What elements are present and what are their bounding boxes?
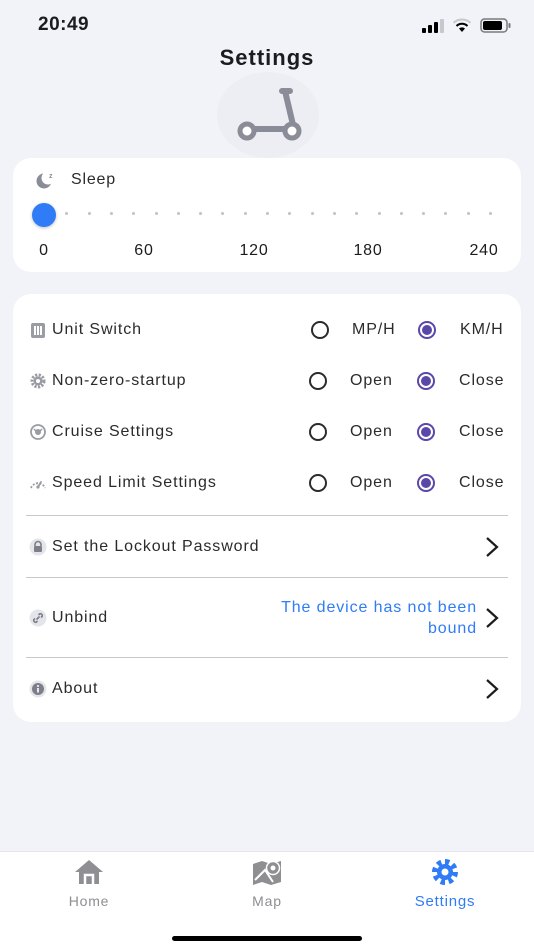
moon-icon: z [36,171,55,189]
settings-card: Unit Switch MP/H KM/H Non-zero-startup O… [13,294,521,722]
tab-map-label: Map [252,893,282,909]
status-time: 20:49 [38,14,90,35]
non-zero-startup-label: Non-zero-startup [52,372,187,389]
status-icons [422,18,512,33]
slider-step-dot [154,212,158,215]
tab-map[interactable]: Map [207,858,327,909]
unit-switch-label: Unit Switch [52,321,142,338]
unit-kmh-radio[interactable] [418,321,436,339]
wifi-icon [452,18,472,32]
chevron-right-icon [486,679,499,699]
slider-step-dot [355,212,359,215]
scooter-avatar [217,72,319,158]
slider-step-dot [489,212,492,215]
slider-step-dot [310,212,314,215]
slider-step-dot [243,212,247,215]
slider-step-dot [221,212,225,215]
sleep-card: z Sleep 0 60 120 180 240 [13,158,521,272]
non-zero-startup-close-radio[interactable] [417,372,435,390]
cruise-close-label[interactable]: Close [459,423,504,441]
speed-limit-close-label[interactable]: Close [459,474,504,492]
slider-step-dot [399,212,403,215]
cruise-icon [30,424,46,440]
non-zero-startup-open-radio[interactable] [309,372,327,390]
slider-step-dot [444,212,448,215]
about-label: About [52,680,99,697]
slider-step-dot [422,212,426,215]
cruise-settings-label: Cruise Settings [52,423,174,440]
unbind-label: Unbind [52,609,109,626]
speed-limit-label: Speed Limit Settings [52,474,217,491]
slider-step-dot [266,212,269,215]
sleep-tick-label: 0 [39,242,49,259]
slider-step-dot [132,212,136,215]
slider-step-dot [466,212,470,215]
cruise-open-radio[interactable] [309,423,327,441]
slider-step-dot [109,212,113,215]
home-indicator [172,936,362,941]
svg-text:z: z [49,173,53,180]
slider-step-dot [65,212,69,215]
slider-step-dot [288,212,292,215]
tab-home-label: Home [68,893,110,909]
slider-step-dot [87,212,91,215]
sleep-tick-label: 60 [134,242,154,259]
chevron-right-icon [486,608,499,628]
sleep-tick-label: 120 [239,242,269,259]
unbind-status: The device has not been bound [281,599,477,637]
lock-icon [29,538,47,556]
non-zero-startup-close-label[interactable]: Close [459,372,504,390]
lockout-password-label: Set the Lockout Password [52,538,260,555]
non-zero-startup-open-label[interactable]: Open [350,372,393,390]
unit-mph-label[interactable]: MP/H [352,321,396,339]
page-title: Settings [219,45,315,70]
tab-settings[interactable]: Settings [385,858,505,910]
speedometer-icon [30,481,46,489]
tab-settings-label: Settings [414,893,476,910]
gear-icon [432,859,458,885]
unit-kmh-label[interactable]: KM/H [460,321,504,339]
home-icon [75,860,103,884]
unit-mph-radio[interactable] [311,321,329,339]
sleep-slider-thumb[interactable] [32,203,56,227]
sleep-slider-track[interactable] [43,212,492,215]
map-icon [253,860,281,885]
info-icon [29,680,47,698]
building-icon [31,323,45,338]
speed-limit-open-label[interactable]: Open [350,474,393,492]
cruise-open-label[interactable]: Open [350,423,393,441]
slider-step-dot [176,212,180,215]
slider-step-dot [199,212,203,215]
tab-home[interactable]: Home [29,858,149,909]
speed-limit-close-radio[interactable] [417,474,435,492]
battery-icon [480,18,511,33]
slider-step-dot [377,212,381,215]
sleep-tick-label: 180 [353,242,383,259]
link-icon [29,609,47,627]
signal-icon [422,18,444,33]
cruise-close-radio[interactable] [417,423,435,441]
chevron-right-icon [486,537,499,557]
gear-icon [30,373,46,389]
sleep-label: Sleep [71,171,116,188]
sleep-tick-label: 240 [469,242,499,259]
slider-step-dot [332,212,336,215]
scooter-icon [237,88,302,141]
speed-limit-open-radio[interactable] [309,474,327,492]
